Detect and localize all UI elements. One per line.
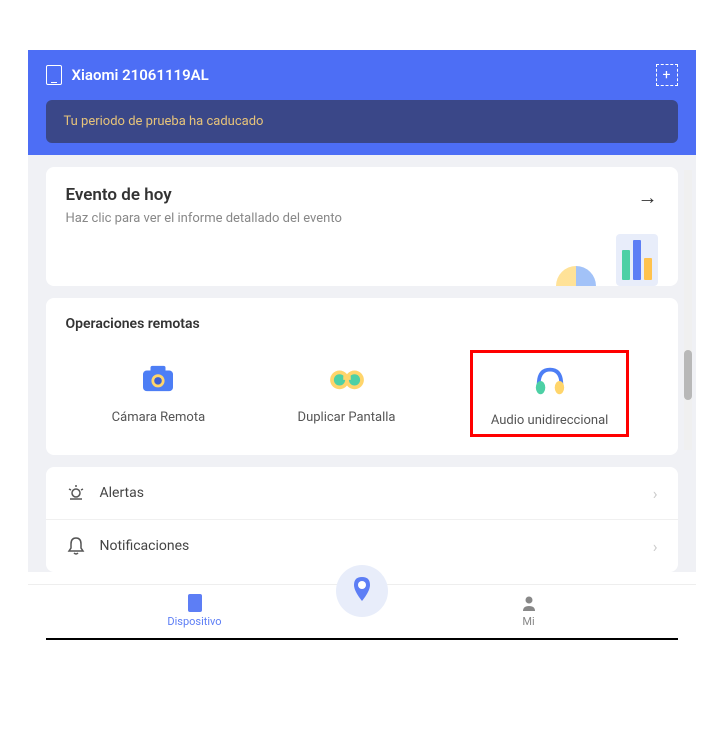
one-way-audio-button[interactable]: Audio unidireccional (470, 350, 629, 437)
one-way-audio-label: Audio unidireccional (491, 413, 608, 428)
remote-camera-button[interactable]: Cámara Remota (94, 350, 224, 437)
bottom-divider (46, 638, 678, 640)
device-icon (46, 65, 62, 85)
screen-mirror-button[interactable]: Duplicar Pantalla (280, 350, 414, 437)
arrow-right-icon[interactable]: → (638, 185, 658, 210)
screen-mirror-label: Duplicar Pantalla (298, 410, 396, 425)
remote-camera-label: Cámara Remota (112, 410, 206, 425)
trial-banner-text: Tu periodo de prueba ha caducado (64, 114, 264, 129)
nav-device-tab[interactable]: Dispositivo (28, 593, 362, 628)
nav-profile-tab[interactable]: Mi (362, 593, 696, 628)
binoculars-icon (325, 356, 369, 400)
device-nav-icon (185, 593, 205, 613)
location-pin-icon (350, 575, 374, 607)
event-subtitle: Haz clic para ver el informe detallado d… (66, 211, 342, 226)
alerts-label: Alertas (100, 485, 653, 501)
event-title: Evento de hoy (66, 185, 342, 205)
menu-card: Alertas › Notificaciones › (46, 467, 678, 572)
today-event-card[interactable]: Evento de hoy Haz clic para ver el infor… (46, 167, 678, 286)
device-name: Xiaomi 21061119AL (72, 66, 209, 84)
chart-decoration-icon (556, 234, 658, 286)
bottom-navigation: Dispositivo Mi (28, 584, 696, 638)
nav-profile-label: Mi (522, 615, 534, 628)
device-info[interactable]: Xiaomi 21061119AL (46, 65, 209, 85)
chevron-right-icon: › (653, 537, 658, 556)
camera-icon (136, 356, 180, 400)
alert-icon (66, 483, 86, 503)
scrollbar-thumb[interactable] (684, 350, 692, 400)
alerts-menu-item[interactable]: Alertas › (46, 467, 678, 520)
notifications-label: Notificaciones (100, 538, 653, 554)
location-fab-button[interactable] (336, 565, 388, 617)
bell-icon (66, 536, 86, 556)
app-header: Xiaomi 21061119AL + (28, 50, 696, 100)
headphones-icon (528, 359, 572, 403)
scrollbar-track (684, 170, 692, 450)
nav-device-label: Dispositivo (167, 615, 221, 628)
add-device-button[interactable]: + (656, 64, 678, 86)
remote-operations-card: Operaciones remotas Cámara Remota (46, 298, 678, 455)
trial-expired-banner[interactable]: Tu periodo de prueba ha caducado (46, 100, 678, 143)
person-icon (519, 593, 539, 613)
main-content: Evento de hoy Haz clic para ver el infor… (28, 155, 696, 572)
remote-ops-title: Operaciones remotas (66, 316, 658, 332)
chevron-right-icon: › (653, 484, 658, 503)
